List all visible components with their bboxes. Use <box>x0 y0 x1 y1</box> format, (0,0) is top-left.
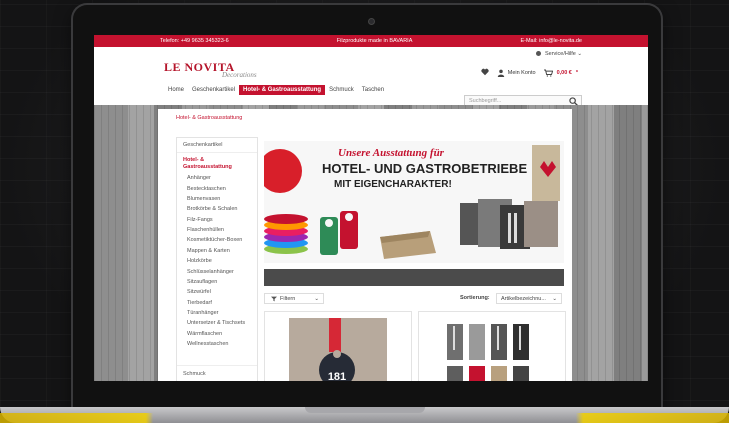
nav-item-hotel-gastro[interactable]: Hotel- & Gastroausstattung <box>239 85 326 95</box>
product-card[interactable] <box>418 311 566 381</box>
sidebar-subitem[interactable]: Brotkörbe & Schalen <box>177 204 257 214</box>
chevron-down-icon: ⌄ <box>577 51 582 57</box>
nav-item-geschenkartikel[interactable]: Geschenkartikel <box>188 85 239 95</box>
sidebar-subitem[interactable]: Tierbedarf <box>177 298 257 308</box>
product-image: 181 <box>265 312 411 381</box>
tagline-text: Filzprodukte made in BAVARIA <box>336 38 413 44</box>
sidebar-subitem[interactable]: Holzkörbe <box>177 256 257 266</box>
cart-price: 0,00 € <box>556 70 572 76</box>
sidebar-subitem[interactable]: Sitzauflagen <box>177 277 257 287</box>
sidebar-subitem[interactable]: Schlüsselanhänger <box>177 266 257 276</box>
breadcrumb[interactable]: Hotel- & Gastroausstattung <box>176 115 242 121</box>
content-panel: Hotel- & Gastroausstattung Geschenkartik… <box>158 109 572 381</box>
sidebar-subitem[interactable]: Sitzwürfel <box>177 287 257 297</box>
product-image <box>419 312 565 381</box>
category-sidebar: Geschenkartikel Hotel- & Gastroausstattu… <box>176 137 258 381</box>
filter-icon <box>271 296 277 301</box>
account-label: Mein Konto <box>507 70 536 76</box>
cart-icon <box>543 69 553 77</box>
product-card[interactable]: 181 <box>264 311 412 381</box>
site-header: LE NOVITA Decorations Service/Hilfe ⌄ Me… <box>94 47 648 83</box>
banner-caption-band <box>264 269 564 286</box>
sort-label: Sortierung: <box>460 295 490 301</box>
listing-toolbar: Filtern ⌄ Sortierung: Artikelbezeichnu..… <box>264 293 564 305</box>
service-menu[interactable]: Service/Hilfe ⌄ <box>536 51 582 57</box>
search-placeholder: Suchbegriff... <box>469 98 502 104</box>
logo-subtitle: Decorations <box>222 71 257 79</box>
cart-button[interactable]: 0,00 € * <box>543 69 578 77</box>
sidebar-item-geschenkartikel[interactable]: Geschenkartikel <box>177 138 257 153</box>
sidebar-subitem[interactable]: Wärmflaschen <box>177 329 257 339</box>
email-link[interactable]: E-Mail: info@le-novita.de <box>520 38 582 44</box>
promo-banner[interactable]: Unsere Ausstattung für HOTEL- UND GASTRO… <box>264 141 564 263</box>
camera-dot <box>368 18 375 25</box>
nav-item-schmuck[interactable]: Schmuck <box>325 85 358 95</box>
table-edge <box>0 413 729 423</box>
sidebar-subitem[interactable]: Blumenvasen <box>177 194 257 204</box>
sidebar-subitem[interactable]: Wellnesstaschen <box>177 339 257 349</box>
sort-value: Artikelbezeichnu... <box>501 295 546 302</box>
nav-item-home[interactable]: Home <box>164 85 188 95</box>
account-row: Mein Konto 0,00 € * <box>481 68 578 78</box>
nav-item-taschen[interactable]: Taschen <box>358 85 388 95</box>
user-icon <box>497 69 504 77</box>
help-icon <box>536 51 542 57</box>
wood-background: Hotel- & Gastroausstattung Geschenkartik… <box>94 105 648 381</box>
service-label: Service/Hilfe <box>544 51 576 57</box>
sidebar-subitem[interactable]: Filz-Fangs <box>177 215 257 225</box>
phone-text: Telefon: +49 9635 345323-6 <box>160 38 229 44</box>
banner-product-image <box>264 145 560 259</box>
chevron-down-icon: ⌄ <box>314 295 319 302</box>
sidebar-item-active[interactable]: Hotel- & Gastroausstattung <box>177 153 257 173</box>
browser-screen: Telefon: +49 9635 345323-6 Filzprodukte … <box>94 35 648 381</box>
filter-label: Filtern <box>280 295 296 302</box>
sidebar-subitem[interactable]: Türanhänger <box>177 308 257 318</box>
asterisk: * <box>575 70 578 76</box>
main-nav: Home Geschenkartikel Hotel- & Gastroauss… <box>94 83 648 107</box>
chevron-down-icon: ⌄ <box>552 295 557 302</box>
account-button[interactable]: Mein Konto <box>497 69 536 77</box>
product-tag-number: 181 <box>328 371 346 381</box>
top-info-bar: Telefon: +49 9635 345323-6 Filzprodukte … <box>94 35 648 47</box>
filter-button[interactable]: Filtern ⌄ <box>264 293 324 304</box>
sort-select[interactable]: Artikelbezeichnu... ⌄ <box>496 293 562 304</box>
sidebar-subitem[interactable]: Untersetzer & Tischsets <box>177 318 257 328</box>
sidebar-subitem[interactable]: Kosmetiktücher-Boxen <box>177 235 257 245</box>
sidebar-subitem[interactable]: Anhänger <box>177 173 257 183</box>
sidebar-item-schmuck[interactable]: Schmuck <box>177 365 257 381</box>
heart-icon[interactable] <box>481 68 489 78</box>
sidebar-subitem[interactable]: Mappen & Karten <box>177 246 257 256</box>
sidebar-subitem[interactable]: Flaschenhüllen <box>177 225 257 235</box>
sidebar-subitem[interactable]: Bestecktaschen <box>177 183 257 193</box>
